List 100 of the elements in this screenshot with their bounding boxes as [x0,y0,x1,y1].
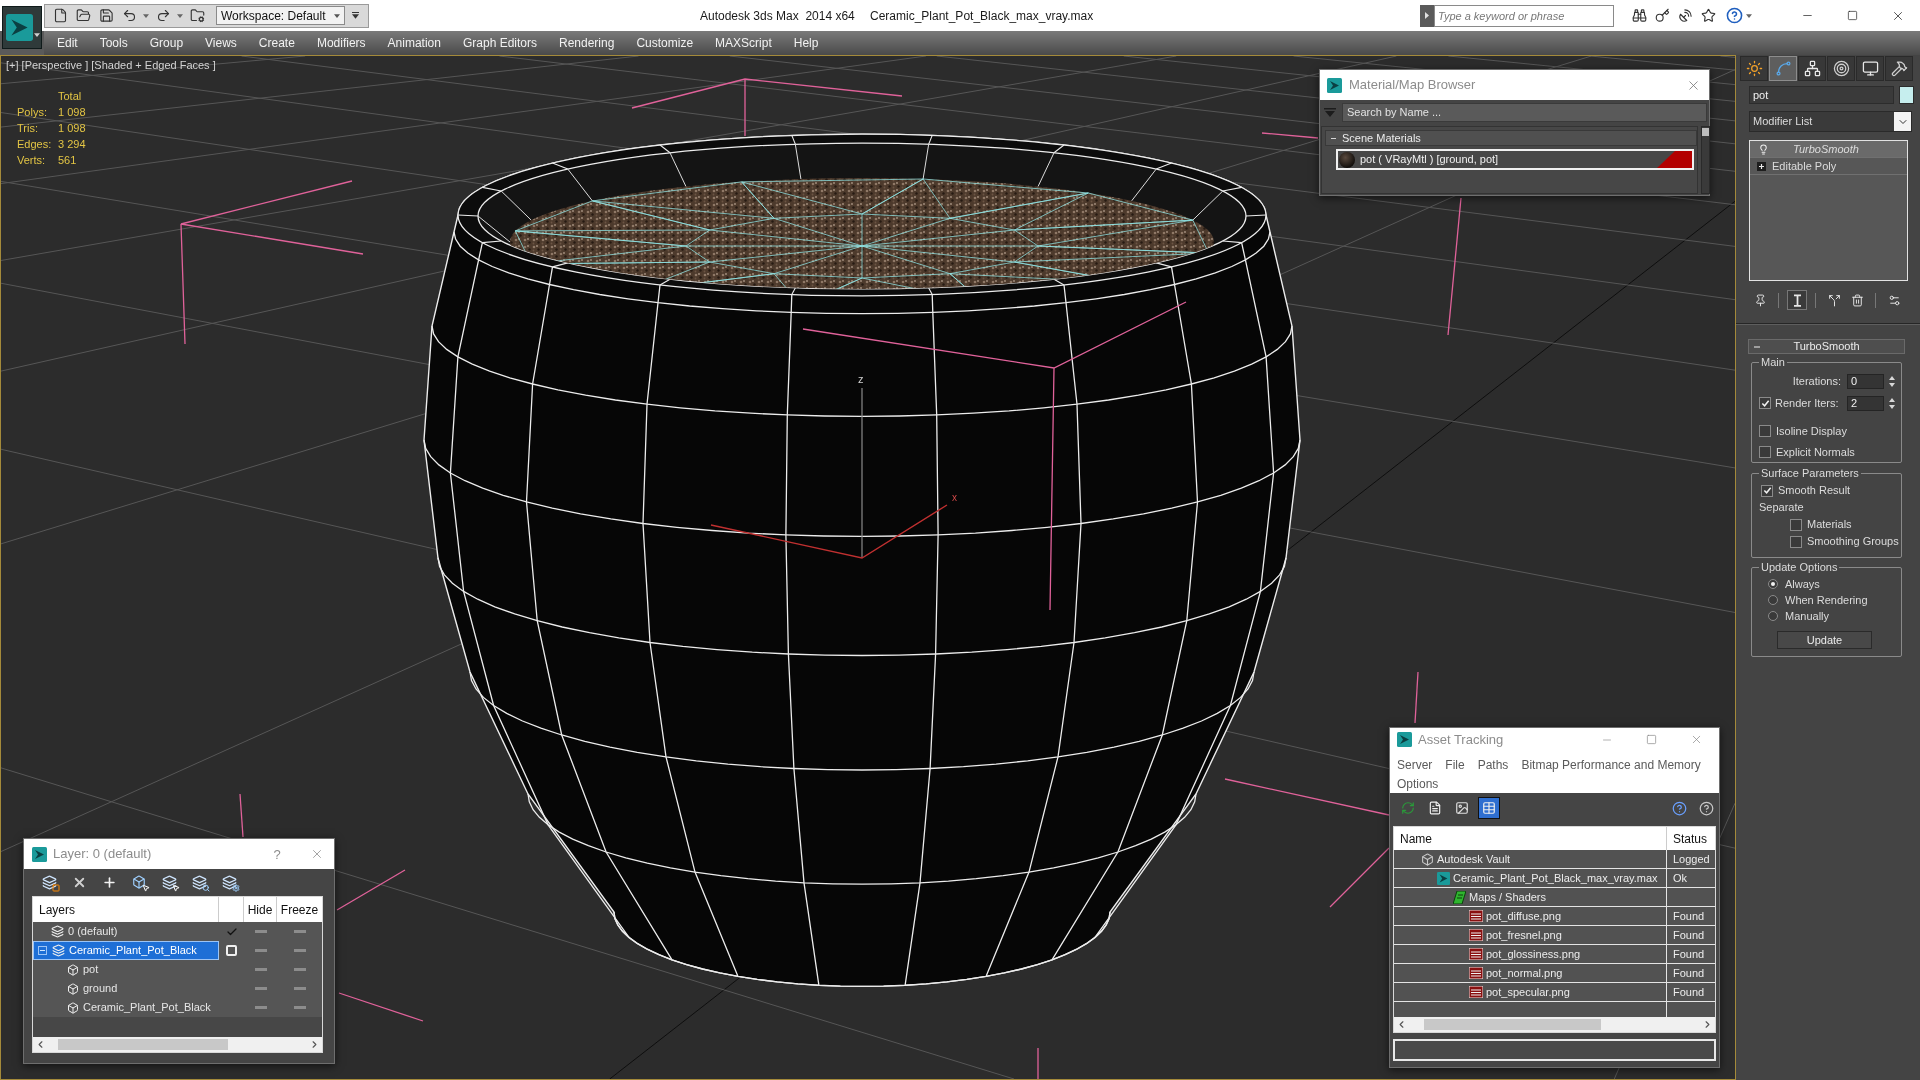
menu-item[interactable]: Group [138,31,195,55]
transform-gizmo[interactable] [710,387,948,559]
layer-name: Ceramic_Plant_Pot_Black [83,1000,211,1016]
asset-row[interactable]: Ceramic_Plant_Pot_Black_max_vray.max Ok [1394,869,1715,888]
stat-label: Tris: [17,121,39,136]
create-layer-button[interactable] [40,873,58,891]
viewport-label[interactable]: [+] [Perspective ] [Shaded + Edged Faces ] [6,59,216,71]
pot-model-drawing[interactable] [423,133,1301,988]
scrollbar-thumb[interactable] [1702,128,1709,136]
menu-item[interactable]: Modifiers [305,31,377,55]
plus-icon [101,874,117,890]
menu-item[interactable]: Edit [46,31,89,55]
asset-row[interactable]: Maps / Shaders [1394,888,1715,907]
panel-tab[interactable] [1885,56,1913,81]
menu-item[interactable]: Rendering [548,31,626,55]
search-expand-button[interactable] [1420,4,1434,27]
show-end-result-button[interactable] [1787,290,1807,310]
maximize-icon [1847,10,1858,21]
radio-button[interactable] [1768,611,1778,621]
horizontal-scrollbar[interactable] [33,1037,322,1052]
checkbox[interactable] [1759,425,1771,437]
iterations-field[interactable]: 0 [1847,373,1884,389]
key-icon [1655,8,1671,23]
radio-button[interactable] [1768,595,1778,605]
binoculars-icon [1632,8,1648,23]
panel-tab[interactable] [1740,56,1768,81]
help-icon [1726,7,1743,24]
window-title: Material/Map Browser [1349,76,1476,95]
separate-label: Separate [1759,500,1804,516]
light-bulb-icon [1758,143,1769,155]
menu-item[interactable]: Graph Editors [451,31,548,55]
layer-item[interactable]: Ceramic_Plant_Pot_Black [33,941,219,960]
checkbox[interactable] [1761,484,1773,497]
asset-row[interactable]: Autodesk Vault Logged [1394,850,1715,869]
option-label: When Rendering [1785,592,1868,608]
group-header[interactable]: Scene Materials [1325,130,1697,146]
modifier-name: TurboSmooth [1793,141,1859,157]
menu-item[interactable]: File [1445,756,1465,775]
panel-tab[interactable] [1856,56,1884,81]
column-header[interactable]: Status [1667,827,1715,850]
checkbox[interactable] [1759,446,1771,458]
vertical-scrollbar[interactable] [1701,126,1710,194]
minus-icon[interactable] [1754,343,1760,350]
menu-item[interactable]: Paths [1477,756,1509,775]
help-button[interactable]: ? [268,845,286,863]
column-header[interactable]: Freeze [277,897,322,922]
asset-row[interactable]: pot_specular.png Found [1394,983,1715,1002]
help-icon [1698,800,1714,816]
app-title: Autodesk 3ds Max 2014 x64 [700,7,856,25]
asset-name: pot_normal.png [1486,965,1563,981]
menu-item[interactable]: Tools [88,31,139,55]
panel-tab[interactable] [1827,56,1855,81]
menu-item[interactable]: Animation [376,31,452,55]
asset-row[interactable]: pot_diffuse.png Found [1394,907,1715,926]
asset-row[interactable]: pot_normal.png Found [1394,964,1715,983]
stats-header: Total [58,90,82,102]
search-field[interactable]: Type a keyword or phrase [1434,4,1614,27]
render-iters-field[interactable]: 2 [1847,395,1884,411]
expand-box-icon[interactable] [1757,161,1766,171]
horizontal-scrollbar[interactable] [1394,1017,1715,1032]
radio-button[interactable] [1768,579,1778,589]
menu-item[interactable]: Options [1397,775,1439,794]
checkbox[interactable] [1790,518,1802,531]
menu-item[interactable]: Help [782,31,830,55]
window-title: Layer: 0 (default) [53,845,152,864]
minus-icon[interactable] [1331,135,1336,141]
object-color-swatch[interactable] [1899,86,1914,104]
modifier-item[interactable]: TurboSmooth [1750,141,1907,158]
application-menu-button[interactable] [2,6,42,49]
modifier-list-dropdown[interactable]: Modifier List [1749,111,1912,132]
material-item[interactable]: pot ( VRayMtl ) [ground, pot] [1336,149,1694,170]
select-layer-button[interactable] [160,873,178,891]
collapse-box-icon[interactable] [38,946,47,955]
workspace-dropdown[interactable]: Workspace: Default [216,6,345,25]
menu-item[interactable]: Customize [625,31,705,55]
menu-item[interactable]: MAXScript [704,31,783,55]
rollout-header[interactable]: TurboSmooth [1748,339,1905,354]
asset-row[interactable]: pot_fresnel.png Found [1394,926,1715,945]
menu-item[interactable]: Server [1397,756,1433,775]
panel-tab[interactable] [1798,56,1826,81]
search-field[interactable]: Search by Name ... [1342,102,1707,122]
find-layer-button[interactable] [190,873,208,891]
object-name-field[interactable]: pot [1749,86,1894,104]
view-toggle-button[interactable] [1478,797,1500,819]
scrollbar-thumb[interactable] [58,1039,228,1050]
checkbox[interactable] [1759,397,1771,409]
column-header[interactable]: Name [1394,827,1667,850]
layer-settings-button[interactable] [220,873,238,891]
app-logo-icon [1327,77,1342,93]
update-button[interactable]: Update [1777,631,1872,649]
asset-row[interactable]: pot_glossiness.png Found [1394,945,1715,964]
checkbox[interactable] [1790,535,1802,548]
scrollbar-thumb[interactable] [1424,1019,1601,1030]
satellite-dish-icon [1677,8,1693,23]
menu-item[interactable]: Bitmap Performance and Memory [1521,756,1701,775]
file-icon [52,8,68,23]
menu-item[interactable]: Views [194,31,248,55]
select-objects-button[interactable] [130,873,148,891]
caret-icon [34,32,40,37]
menu-item[interactable]: Create [247,31,306,55]
